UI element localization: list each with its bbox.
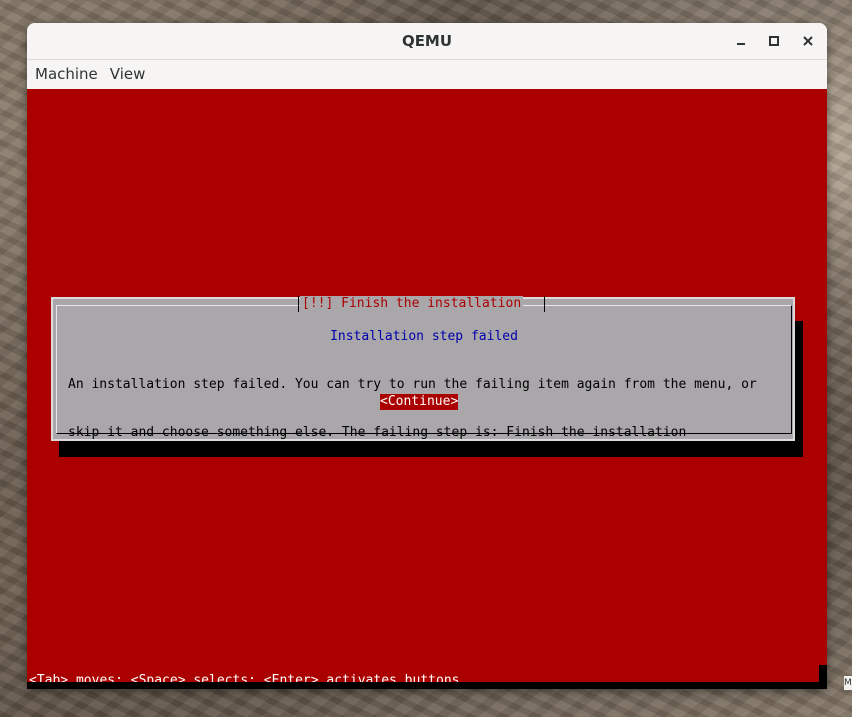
dialog-message-line: skip it and choose something else. The f… [68, 425, 687, 440]
minimize-button[interactable] [730, 30, 752, 52]
menu-machine[interactable]: Machine [29, 60, 104, 89]
dialog-title: [!!] Finish the installation [300, 296, 524, 312]
dialog-frame: [!!] Finish the installation Installatio… [56, 296, 792, 440]
title-bar[interactable]: QEMU [27, 23, 827, 60]
maximize-button[interactable] [763, 30, 785, 52]
continue-button[interactable]: <Continue> [380, 394, 459, 410]
dialog-heading: Installation step failed [330, 329, 518, 344]
menu-view[interactable]: View [104, 60, 152, 89]
qemu-window: QEMU Machine View [!!] Finish the instal… [27, 23, 827, 689]
close-button[interactable] [797, 30, 819, 52]
menu-bar: Machine View [27, 60, 827, 90]
close-icon [803, 36, 813, 46]
vm-bottom-border [27, 682, 827, 689]
window-title: QEMU [401, 32, 453, 50]
error-dialog: [!!] Finish the installation Installatio… [51, 296, 795, 441]
title-right-divider [544, 296, 545, 312]
maximize-icon [769, 36, 779, 46]
minimize-icon [737, 43, 745, 45]
desktop-edge-label: M [844, 676, 852, 690]
dialog-message-line: An installation step failed. You can try… [68, 377, 757, 392]
title-left-divider [298, 296, 299, 312]
vm-display[interactable]: [!!] Finish the installation Installatio… [27, 89, 827, 689]
